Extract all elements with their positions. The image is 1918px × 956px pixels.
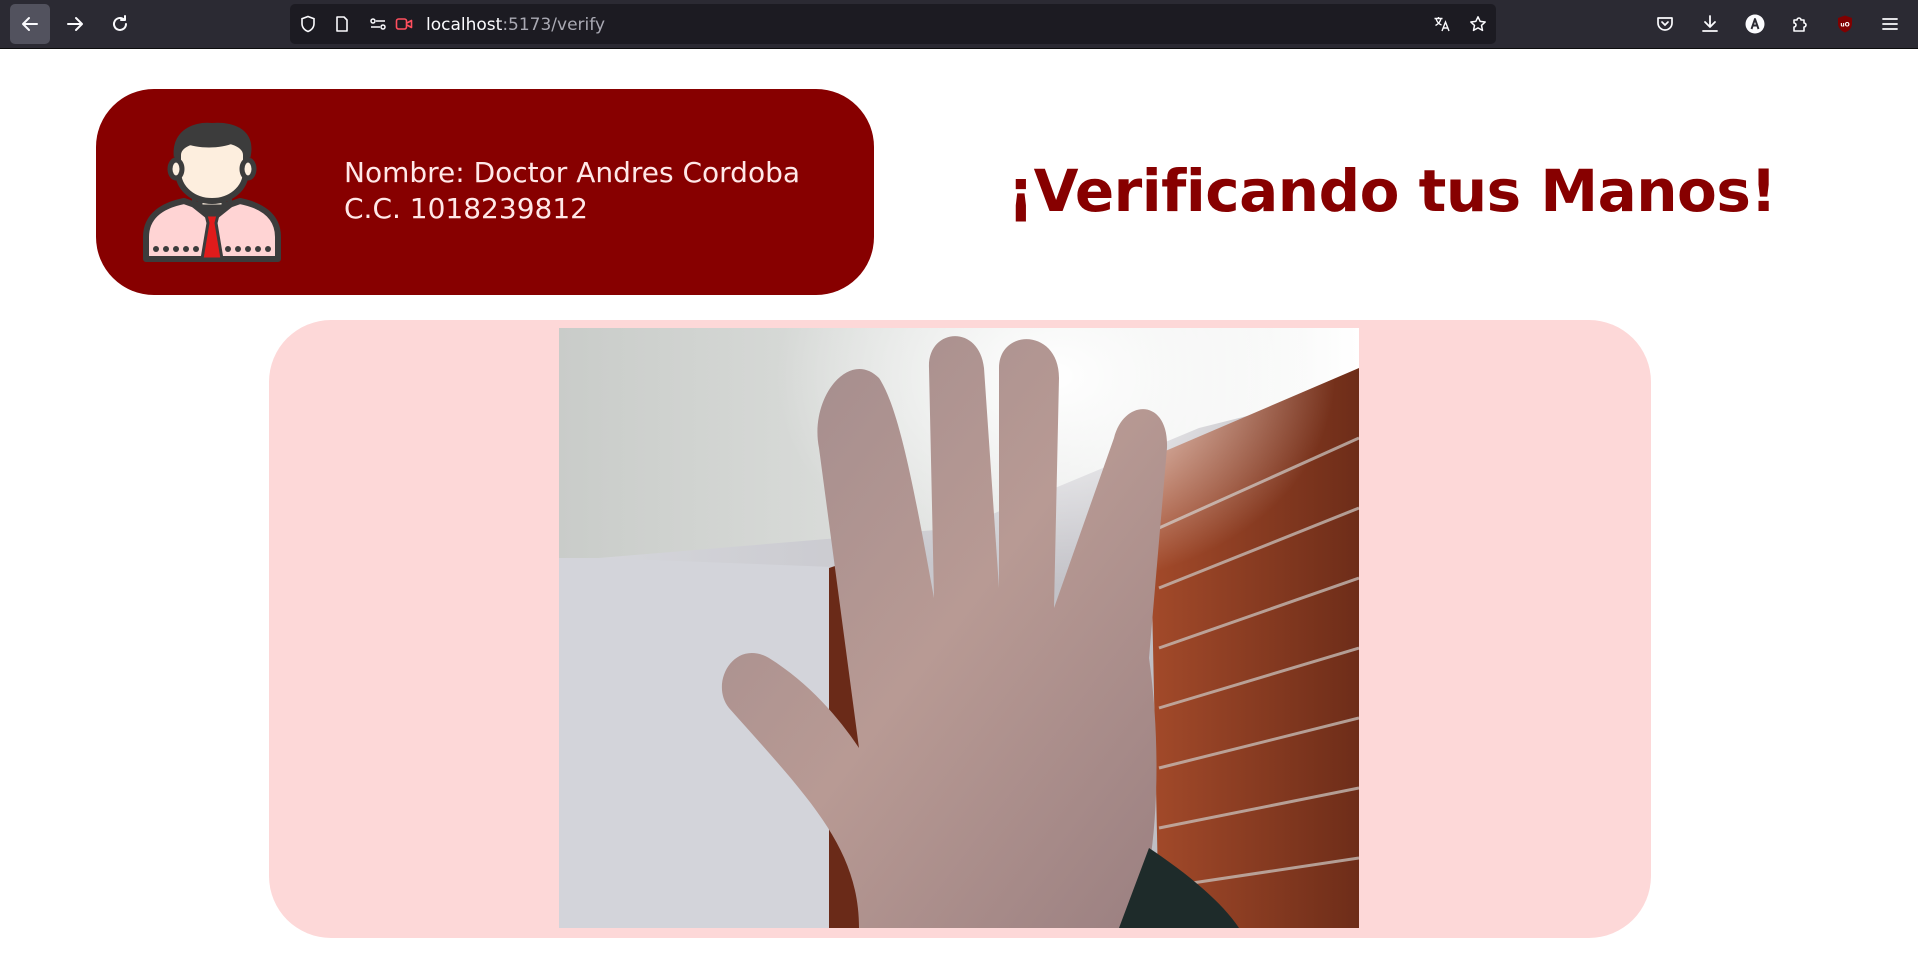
bookmark-star-icon[interactable] bbox=[1468, 14, 1488, 34]
download-icon bbox=[1702, 15, 1718, 32]
profile-details: Nombre: Doctor Andres Cordoba C.C. 10182… bbox=[344, 155, 800, 227]
url-text[interactable]: localhost:5173/verify bbox=[426, 15, 605, 35]
doctor-name: Nombre: Doctor Andres Cordoba bbox=[344, 156, 801, 189]
pocket-icon bbox=[1657, 17, 1673, 31]
downloads-button[interactable] bbox=[1690, 4, 1730, 44]
browser-toolbar: localhost:5173/verify uO bbox=[0, 0, 1918, 49]
webcam-video bbox=[559, 328, 1359, 928]
arrow-right-icon bbox=[67, 17, 83, 31]
url-path: :5173/verify bbox=[502, 15, 606, 35]
permissions-icon[interactable] bbox=[368, 14, 388, 34]
page-icon[interactable] bbox=[332, 14, 352, 34]
forward-button[interactable] bbox=[55, 4, 95, 44]
svg-text:uO: uO bbox=[1840, 22, 1849, 29]
ublock-button[interactable]: uO bbox=[1825, 4, 1865, 44]
puzzle-icon bbox=[1793, 17, 1807, 32]
doctor-avatar-icon bbox=[143, 122, 281, 262]
account-avatar-icon bbox=[1745, 14, 1765, 34]
back-button[interactable] bbox=[10, 4, 50, 44]
hamburger-menu-icon bbox=[1882, 18, 1898, 30]
page-title: ¡Verificando tus Manos! bbox=[1007, 157, 1777, 225]
extensions-button[interactable] bbox=[1780, 4, 1820, 44]
menu-button[interactable] bbox=[1870, 4, 1910, 44]
url-host: localhost bbox=[426, 15, 503, 35]
webcam-frame bbox=[559, 328, 1359, 928]
doctor-id-number: C.C. 1018239812 bbox=[344, 192, 588, 225]
doctor-profile-card: Nombre: Doctor Andres Cordoba C.C. 10182… bbox=[96, 89, 874, 295]
reload-icon bbox=[113, 15, 127, 31]
url-bar[interactable]: localhost:5173/verify bbox=[290, 4, 1496, 44]
account-button[interactable] bbox=[1735, 4, 1775, 44]
pocket-button[interactable] bbox=[1645, 4, 1685, 44]
camera-sharing-icon[interactable] bbox=[394, 14, 414, 34]
translate-icon[interactable] bbox=[1432, 14, 1452, 34]
reload-button[interactable] bbox=[100, 4, 140, 44]
arrow-left-icon bbox=[22, 17, 38, 31]
ublock-icon: uO bbox=[1838, 15, 1852, 33]
camera-panel bbox=[269, 320, 1651, 938]
shield-icon[interactable] bbox=[298, 14, 318, 34]
